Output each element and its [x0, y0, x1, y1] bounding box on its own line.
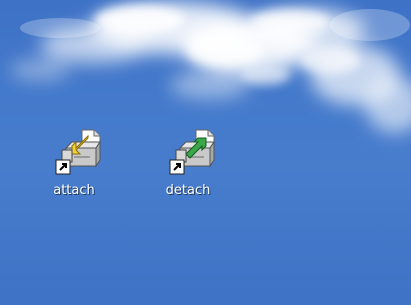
detach-shortcut-icon [169, 129, 215, 175]
desktop-icon-attach[interactable]: attach [36, 128, 112, 210]
icon-label: attach [53, 183, 95, 198]
desktop: attach detach [0, 0, 411, 305]
attach-shortcut-icon [55, 129, 101, 175]
icon-label: detach [165, 183, 211, 198]
desktop-icon-detach[interactable]: detach [150, 128, 226, 210]
